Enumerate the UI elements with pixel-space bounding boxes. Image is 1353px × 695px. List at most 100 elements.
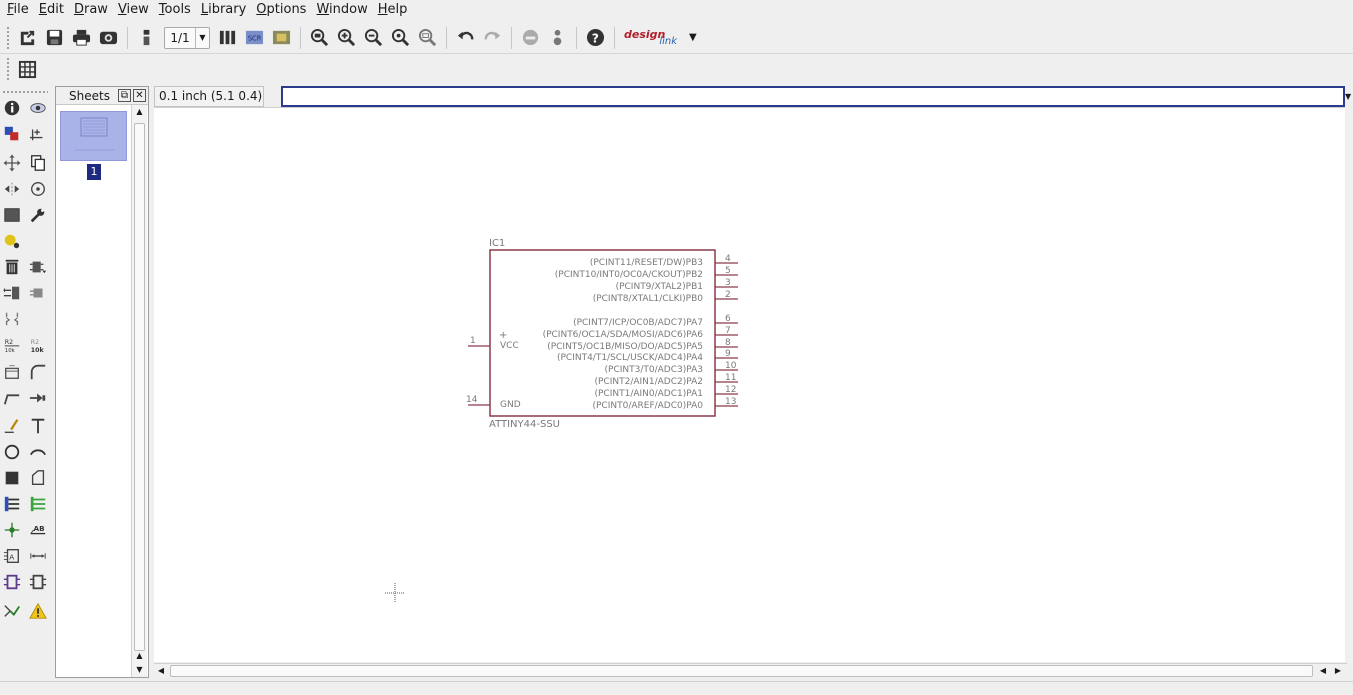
scroll-left-icon[interactable]: ◀ xyxy=(154,664,168,678)
text-button[interactable] xyxy=(27,415,49,437)
net-button[interactable] xyxy=(27,493,49,515)
polygon-button[interactable] xyxy=(27,467,49,489)
menu-edit[interactable]: Edit xyxy=(34,0,69,20)
zoom-select-button[interactable] xyxy=(414,24,441,51)
menu-file[interactable]: File xyxy=(2,0,34,20)
left-pin-gnd[interactable]: 14 GND xyxy=(466,395,521,410)
grid-button[interactable] xyxy=(14,56,41,83)
mark-button[interactable] xyxy=(27,123,49,145)
script-button[interactable]: SCR xyxy=(241,24,268,51)
errors-button[interactable] xyxy=(27,600,49,622)
stop-button[interactable] xyxy=(517,24,544,51)
move-button[interactable] xyxy=(1,152,23,174)
right-pin[interactable]: (PCINT10/INT0/OC0A/CKOUT)PB2 5 xyxy=(555,266,738,280)
gateswap-button[interactable] xyxy=(27,282,49,304)
value-button[interactable]: R2 10k xyxy=(27,334,49,356)
junction-button[interactable] xyxy=(1,519,23,541)
canvas-scroll-thumb[interactable] xyxy=(170,665,1313,677)
scroll-up-icon[interactable]: ▲ xyxy=(132,649,147,663)
attribute-button[interactable]: A xyxy=(1,545,23,567)
menu-window[interactable]: Window xyxy=(311,0,372,20)
menu-library[interactable]: Library xyxy=(196,0,251,20)
label-button[interactable]: AB xyxy=(27,519,49,541)
erc-button[interactable] xyxy=(1,571,23,593)
run-erc-button[interactable] xyxy=(1,600,23,622)
chevron-down-icon[interactable]: ▼ xyxy=(689,32,697,43)
name-button[interactable]: R2 10k xyxy=(1,334,23,356)
bus-button[interactable] xyxy=(1,493,23,515)
float-panel-button[interactable]: ⧉ xyxy=(118,89,131,102)
dimension-button[interactable] xyxy=(27,545,49,567)
sheets-scrollbar[interactable]: ▲ ▲ ▼ xyxy=(131,105,147,677)
mirror-button[interactable] xyxy=(1,178,23,200)
menu-tools[interactable]: Tools xyxy=(154,0,196,20)
part-value-label[interactable]: ATTINY44-SSU xyxy=(489,419,560,430)
replace-button[interactable] xyxy=(1,308,23,330)
right-pin[interactable]: (PCINT3/T0/ADC3)PA3 10 xyxy=(605,361,738,375)
right-pin[interactable]: (PCINT2/AIN1/ADC2)PA2 11 xyxy=(594,373,738,387)
zoom-in-button[interactable] xyxy=(333,24,360,51)
sheet-thumbnail[interactable] xyxy=(60,111,127,161)
right-pin[interactable]: (PCINT5/OC1B/MISO/DO/ADC5)PA5 8 xyxy=(547,338,738,352)
right-pin[interactable]: (PCINT6/OC1A/SDA/MOSI/ADC6)PA6 7 xyxy=(543,326,738,340)
rect-button[interactable] xyxy=(1,467,23,489)
scroll-up-icon[interactable]: ▲ xyxy=(132,105,147,119)
canvas-horizontal-scrollbar[interactable]: ◀ ◀ ▶ xyxy=(154,663,1347,678)
miter-button[interactable] xyxy=(27,361,49,383)
change-button[interactable] xyxy=(27,204,49,226)
scroll-down-icon[interactable]: ▼ xyxy=(132,663,147,677)
arc-button[interactable] xyxy=(27,441,49,463)
toolbar-grip[interactable] xyxy=(6,25,10,50)
paste-button[interactable] xyxy=(1,230,23,252)
add-button[interactable] xyxy=(27,256,49,278)
menu-view[interactable]: View xyxy=(113,0,154,20)
design-link-button[interactable]: design link ▼ xyxy=(624,28,697,47)
split-button[interactable] xyxy=(1,387,23,409)
save-button[interactable] xyxy=(41,24,68,51)
pinswap-button[interactable] xyxy=(1,282,23,304)
help-button[interactable]: ? xyxy=(582,24,609,51)
circle-button[interactable] xyxy=(1,441,23,463)
palette-grip[interactable] xyxy=(2,90,48,94)
redraw-button[interactable] xyxy=(387,24,414,51)
zoom-fit-button[interactable] xyxy=(306,24,333,51)
zoom-out-button[interactable] xyxy=(360,24,387,51)
frame-button[interactable] xyxy=(27,571,49,593)
close-panel-button[interactable]: ✕ xyxy=(133,89,146,102)
right-pin[interactable]: (PCINT7/ICP/OC0B/ADC7)PA7 6 xyxy=(573,314,738,328)
left-pin-vcc[interactable]: 1 + VCC xyxy=(468,330,519,351)
sheets-scroll-thumb[interactable] xyxy=(134,123,145,651)
go-button[interactable] xyxy=(544,24,571,51)
redo-button[interactable] xyxy=(479,24,506,51)
use-library-button[interactable] xyxy=(214,24,241,51)
right-pin[interactable]: (PCINT11/RESET/DW)PB3 4 xyxy=(590,254,738,268)
scroll-right-icon[interactable]: ▶ xyxy=(1331,664,1345,678)
menu-draw[interactable]: Draw xyxy=(69,0,113,20)
delete-button[interactable] xyxy=(1,256,23,278)
cam-processor-button[interactable] xyxy=(95,24,122,51)
group-button[interactable] xyxy=(1,204,23,226)
scroll-left-icon[interactable]: ◀ xyxy=(1316,664,1330,678)
invoke-button[interactable] xyxy=(27,387,49,409)
sheet-number[interactable]: 1 xyxy=(87,164,101,180)
show-button[interactable] xyxy=(27,97,49,119)
rotate-button[interactable] xyxy=(27,178,49,200)
sheet-select[interactable]: 1/1 ▼ xyxy=(164,26,210,49)
undo-button[interactable] xyxy=(452,24,479,51)
open-button[interactable] xyxy=(14,24,41,51)
run-ulp-button[interactable] xyxy=(268,24,295,51)
toolbar-grip[interactable] xyxy=(6,57,10,81)
right-pin[interactable]: (PCINT0/AREF/ADC0)PA0 13 xyxy=(592,397,738,411)
display-layers-button[interactable] xyxy=(1,123,23,145)
smash-button[interactable] xyxy=(1,361,23,383)
board-switch-button[interactable] xyxy=(133,24,160,51)
schematic-canvas[interactable]: IC1 ATTINY44-SSU 1 + VCC 14 GND (PCINT11… xyxy=(154,107,1347,662)
copy-button[interactable] xyxy=(27,152,49,174)
menu-options[interactable]: Options xyxy=(251,0,311,20)
wire-button[interactable] xyxy=(1,415,23,437)
print-button[interactable] xyxy=(68,24,95,51)
menu-help[interactable]: Help xyxy=(373,0,413,20)
info-button[interactable] xyxy=(1,97,23,119)
canvas-vertical-scrollbar[interactable] xyxy=(1345,107,1353,662)
right-pin[interactable]: (PCINT8/XTAL1/CLKI)PB0 2 xyxy=(593,290,738,304)
